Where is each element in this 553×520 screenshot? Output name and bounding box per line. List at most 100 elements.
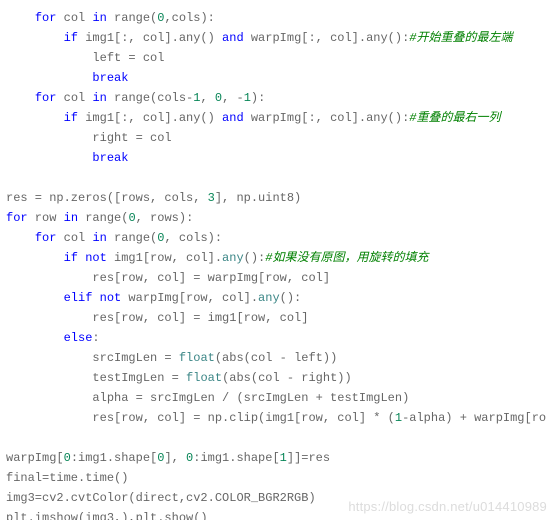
- code-line: for row in range(0, rows):: [6, 208, 547, 228]
- code-token: [6, 171, 13, 185]
- code-token: col: [56, 91, 92, 105]
- code-line: res = np.zeros([rows, cols, 3], np.uint8…: [6, 188, 547, 208]
- code-token: in: [92, 91, 106, 105]
- code-token: res[row, col] = np.clip(img1[row, col] *…: [92, 411, 394, 425]
- code-token: 1: [395, 411, 402, 425]
- code-line: [6, 428, 547, 448]
- code-token: img1[:, col].any(): [78, 31, 222, 45]
- code-token: , rows):: [136, 211, 194, 225]
- code-line: for col in range(0, cols):: [6, 228, 547, 248]
- code-token: for: [35, 91, 57, 105]
- code-token: range(: [107, 231, 157, 245]
- code-line: alpha = srcImgLen / (srcImgLen + testImg…: [6, 388, 547, 408]
- code-token: final=time.time(): [6, 471, 128, 485]
- code-token: res[row, col] = warpImg[row, col]: [92, 271, 330, 285]
- code-line: srcImgLen = float(abs(col - left)): [6, 348, 547, 368]
- code-line: plt.imshow(img3,),plt.show(): [6, 508, 547, 520]
- code-token: :: [92, 331, 99, 345]
- code-line: left = col: [6, 48, 547, 68]
- code-token: img3=cv2.cvtColor(direct,cv2.COLOR_BGR2R…: [6, 491, 316, 505]
- code-token: ():: [244, 251, 266, 265]
- code-token: float: [186, 371, 222, 385]
- code-token: and: [222, 111, 244, 125]
- code-token: break: [92, 71, 128, 85]
- code-token: warpImg[row, col].: [121, 291, 258, 305]
- code-token: for: [35, 231, 57, 245]
- code-line: break: [6, 68, 547, 88]
- code-token: testImgLen =: [92, 371, 186, 385]
- code-token: in: [92, 231, 106, 245]
- code-token: img1[row, col].: [107, 251, 222, 265]
- code-token: -alpha) + warpImg[ro: [402, 411, 546, 425]
- code-line: if not img1[row, col].any():#如果没有原图，用旋转的…: [6, 248, 547, 268]
- code-token: 0: [215, 91, 222, 105]
- code-token: col: [56, 11, 92, 25]
- code-token: ],: [164, 451, 186, 465]
- code-line: img3=cv2.cvtColor(direct,cv2.COLOR_BGR2R…: [6, 488, 547, 508]
- code-token: ):: [251, 91, 265, 105]
- code-token: range(cols-: [107, 91, 193, 105]
- code-token: img1[:, col].any(): [78, 111, 222, 125]
- code-token: col: [56, 231, 92, 245]
- code-token: range(: [78, 211, 128, 225]
- code-token: , cols):: [164, 231, 222, 245]
- code-token: [6, 431, 13, 445]
- code-line: break: [6, 148, 547, 168]
- code-token: , -: [222, 91, 244, 105]
- code-token: in: [64, 211, 78, 225]
- code-token: ,: [200, 91, 214, 105]
- code-token: range(: [107, 11, 157, 25]
- code-token: warpImg[:, col].any():: [244, 111, 410, 125]
- code-token: (abs(col - right)): [222, 371, 352, 385]
- code-token: else: [64, 331, 93, 345]
- code-line: final=time.time(): [6, 468, 547, 488]
- code-token: for: [35, 11, 57, 25]
- code-token: srcImgLen =: [92, 351, 178, 365]
- code-token: warpImg[: [6, 451, 64, 465]
- code-token: alpha = srcImgLen / (srcImgLen + testImg…: [92, 391, 409, 405]
- code-token: (abs(col - left)): [215, 351, 337, 365]
- code-token: plt.imshow(img3,),plt.show(): [6, 511, 208, 520]
- code-token: 0: [64, 451, 71, 465]
- code-token: for: [6, 211, 28, 225]
- code-token: warpImg[:, col].any():: [244, 31, 410, 45]
- code-token: ], np.uint8): [215, 191, 301, 205]
- code-token: right = col: [92, 131, 171, 145]
- code-line: [6, 168, 547, 188]
- code-token: res[row, col] = img1[row, col]: [92, 311, 308, 325]
- code-line: if img1[:, col].any() and warpImg[:, col…: [6, 108, 547, 128]
- code-line: elif not warpImg[row, col].any():: [6, 288, 547, 308]
- code-line: res[row, col] = warpImg[row, col]: [6, 268, 547, 288]
- code-token: row: [28, 211, 64, 225]
- code-token: 1: [280, 451, 287, 465]
- code-line: res[row, col] = np.clip(img1[row, col] *…: [6, 408, 547, 428]
- code-token: :img1.shape[: [193, 451, 279, 465]
- code-token: any: [222, 251, 244, 265]
- code-token: 1: [244, 91, 251, 105]
- code-line: right = col: [6, 128, 547, 148]
- code-token: #如果没有原图，用旋转的填充: [265, 251, 428, 265]
- code-token: and: [222, 31, 244, 45]
- code-block: for col in range(0,cols): if img1[:, col…: [0, 0, 553, 520]
- code-line: for col in range(0,cols):: [6, 8, 547, 28]
- code-line: else:: [6, 328, 547, 348]
- code-token: ]]=res: [287, 451, 330, 465]
- code-token: if: [64, 31, 78, 45]
- code-token: res = np.zeros([rows, cols,: [6, 191, 208, 205]
- code-token: ():: [280, 291, 302, 305]
- code-token: #重叠的最右一列: [409, 111, 500, 125]
- code-token: elif not: [64, 291, 122, 305]
- code-line: warpImg[0:img1.shape[0], 0:img1.shape[1]…: [6, 448, 547, 468]
- code-token: #开始重叠的最左端: [409, 31, 512, 45]
- code-token: 3: [208, 191, 215, 205]
- code-line: for col in range(cols-1, 0, -1):: [6, 88, 547, 108]
- code-token: 0: [128, 211, 135, 225]
- code-line: if img1[:, col].any() and warpImg[:, col…: [6, 28, 547, 48]
- code-token: :img1.shape[: [71, 451, 157, 465]
- code-token: ,cols):: [164, 11, 214, 25]
- code-token: float: [179, 351, 215, 365]
- code-token: if not: [64, 251, 107, 265]
- code-line: testImgLen = float(abs(col - right)): [6, 368, 547, 388]
- code-token: left = col: [92, 51, 164, 65]
- code-token: if: [64, 111, 78, 125]
